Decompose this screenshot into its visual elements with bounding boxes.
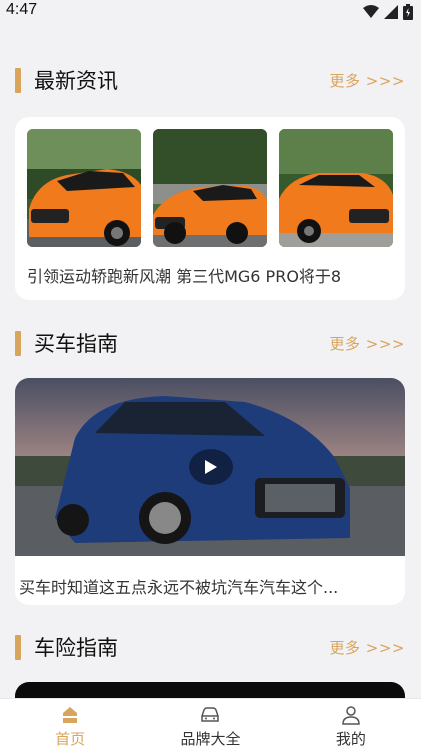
news-thumb-1[interactable] <box>27 129 141 247</box>
news-section-header: 最新资讯 更多 >>> <box>0 66 421 96</box>
section-accent-bar <box>15 635 21 660</box>
insurance-section-header: 车险指南 更多 >>> <box>0 633 421 663</box>
status-icons <box>363 4 413 20</box>
play-button[interactable] <box>189 449 233 485</box>
guide-section-title: 买车指南 <box>34 332 118 356</box>
car-icon <box>201 707 220 722</box>
wifi-icon <box>363 5 379 18</box>
tab-profile-label: 我的 <box>335 730 366 748</box>
user-icon <box>342 706 360 725</box>
news-headline[interactable]: 引领运动轿跑新风潮 第三代MG6 PRO将于8 <box>27 263 397 287</box>
news-thumb-3[interactable] <box>279 129 393 247</box>
status-bar: 4:47 <box>0 0 421 24</box>
news-thumb-2[interactable] <box>153 129 267 247</box>
section-accent-bar <box>15 331 21 356</box>
play-icon <box>205 460 217 474</box>
guide-more-link[interactable]: 更多 >>> <box>330 329 405 359</box>
status-time: 4:47 <box>6 1 38 18</box>
section-accent-bar <box>15 68 21 93</box>
video-title[interactable]: 买车时知道这五点永远不被坑汽车汽车这个... <box>19 574 399 598</box>
tab-home-label: 首页 <box>55 730 86 748</box>
tab-home[interactable]: 首页 <box>0 699 140 754</box>
bottom-tab-bar: 首页 品牌大全 我的 <box>0 698 421 754</box>
news-more-link[interactable]: 更多 >>> <box>330 66 405 96</box>
signal-icon <box>384 5 398 19</box>
home-icon <box>63 707 78 723</box>
battery-icon <box>403 4 413 20</box>
insurance-more-link[interactable]: 更多 >>> <box>330 633 405 663</box>
guide-section-header: 买车指南 更多 >>> <box>0 329 421 359</box>
tab-brands-label: 品牌大全 <box>180 730 241 748</box>
tab-profile[interactable]: 我的 <box>281 699 421 754</box>
tab-brands[interactable]: 品牌大全 <box>140 699 280 754</box>
guide-video-card[interactable]: 买车时知道这五点永远不被坑汽车汽车这个... <box>15 378 405 605</box>
news-section-title: 最新资讯 <box>34 69 118 93</box>
news-card[interactable]: 引领运动轿跑新风潮 第三代MG6 PRO将于8 <box>15 117 405 300</box>
insurance-section-title: 车险指南 <box>34 636 118 660</box>
